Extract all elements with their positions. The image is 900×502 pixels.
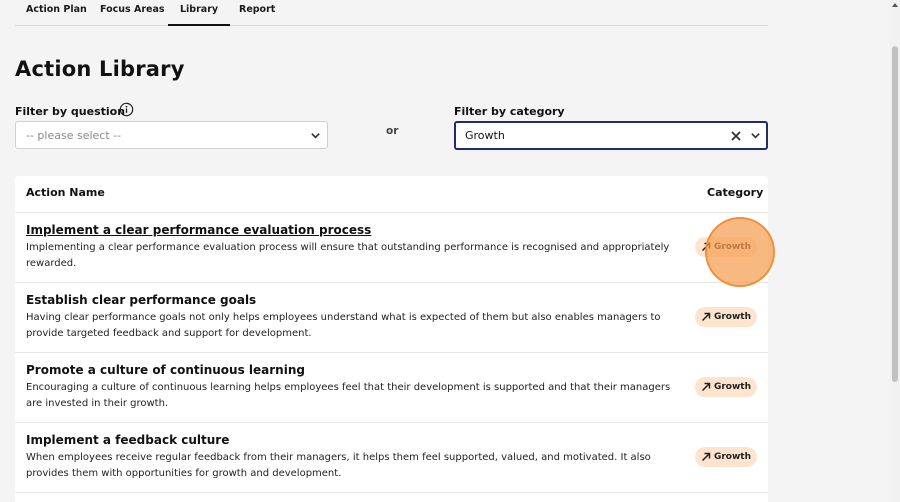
- filter-question-label: Filter by question: [15, 105, 126, 118]
- chevron-down-icon[interactable]: [750, 130, 761, 141]
- info-circle-icon[interactable]: [119, 102, 134, 117]
- tab-focus-areas[interactable]: Focus Areas: [100, 4, 165, 15]
- tab-report[interactable]: Report: [239, 4, 275, 15]
- tab-action-plan[interactable]: Action Plan: [26, 4, 87, 15]
- action-title-link[interactable]: Implement a clear performance evaluation…: [26, 223, 371, 237]
- or-separator: or: [386, 125, 399, 137]
- tab-library[interactable]: Library: [167, 4, 231, 26]
- action-title-link[interactable]: Establish clear performance goals: [26, 293, 256, 307]
- category-badge[interactable]: Growth: [695, 307, 757, 327]
- category-badge-label: Growth: [713, 242, 752, 252]
- vertical-scrollbar[interactable]: [890, 0, 900, 502]
- table-row: Establish clear performance goals Having…: [15, 282, 768, 353]
- table-header: Action Name Category: [15, 176, 768, 213]
- category-badge-label: Growth: [713, 382, 752, 392]
- table-row: Implement a feedback culture When employ…: [15, 422, 768, 493]
- trend-arrow-up-right-icon: [701, 452, 711, 462]
- category-select[interactable]: Growth: [454, 121, 768, 150]
- trend-arrow-up-right-icon: [701, 312, 711, 322]
- table-row: Implement a clear performance evaluation…: [15, 212, 768, 283]
- page-title: Action Library: [15, 57, 185, 81]
- action-description: Having clear performance goals not only …: [26, 312, 661, 339]
- action-description: When employees receive regular feedback …: [26, 452, 651, 479]
- actions-table: Action Name Category Implement a clear p…: [15, 176, 768, 502]
- chevron-down-icon[interactable]: [310, 130, 321, 141]
- filter-category-label: Filter by category: [454, 105, 565, 118]
- category-badge[interactable]: Growth: [695, 377, 757, 397]
- tab-bar: Action Plan Focus Areas Library Report: [15, 0, 768, 26]
- category-badge[interactable]: Growth: [695, 447, 757, 467]
- category-select-value[interactable]: Growth: [465, 129, 505, 142]
- question-select-placeholder: -- please select --: [26, 129, 122, 142]
- action-title-link[interactable]: Promote a culture of continuous learning: [26, 363, 305, 377]
- scrollbar-thumb[interactable]: [892, 46, 898, 382]
- category-badge-label: Growth: [713, 452, 752, 462]
- table-row: Promote a culture of continuous learning…: [15, 352, 768, 423]
- trend-arrow-up-right-icon: [701, 242, 711, 252]
- trend-arrow-up-right-icon: [701, 382, 711, 392]
- action-description: Implementing a clear performance evaluat…: [26, 242, 670, 269]
- action-title-link[interactable]: Implement a feedback culture: [26, 433, 229, 447]
- close-icon[interactable]: [730, 130, 742, 142]
- category-badge-label: Growth: [713, 312, 752, 322]
- question-select[interactable]: -- please select --: [15, 121, 328, 149]
- scroll-up-arrow-icon[interactable]: [891, 1, 899, 9]
- category-badge[interactable]: Growth: [695, 237, 757, 257]
- action-description: Encouraging a culture of continuous lear…: [26, 382, 671, 409]
- action-library-page: Action Plan Focus Areas Library Report A…: [0, 0, 900, 502]
- column-header-action-name: Action Name: [26, 186, 105, 199]
- column-header-category: Category: [707, 186, 764, 199]
